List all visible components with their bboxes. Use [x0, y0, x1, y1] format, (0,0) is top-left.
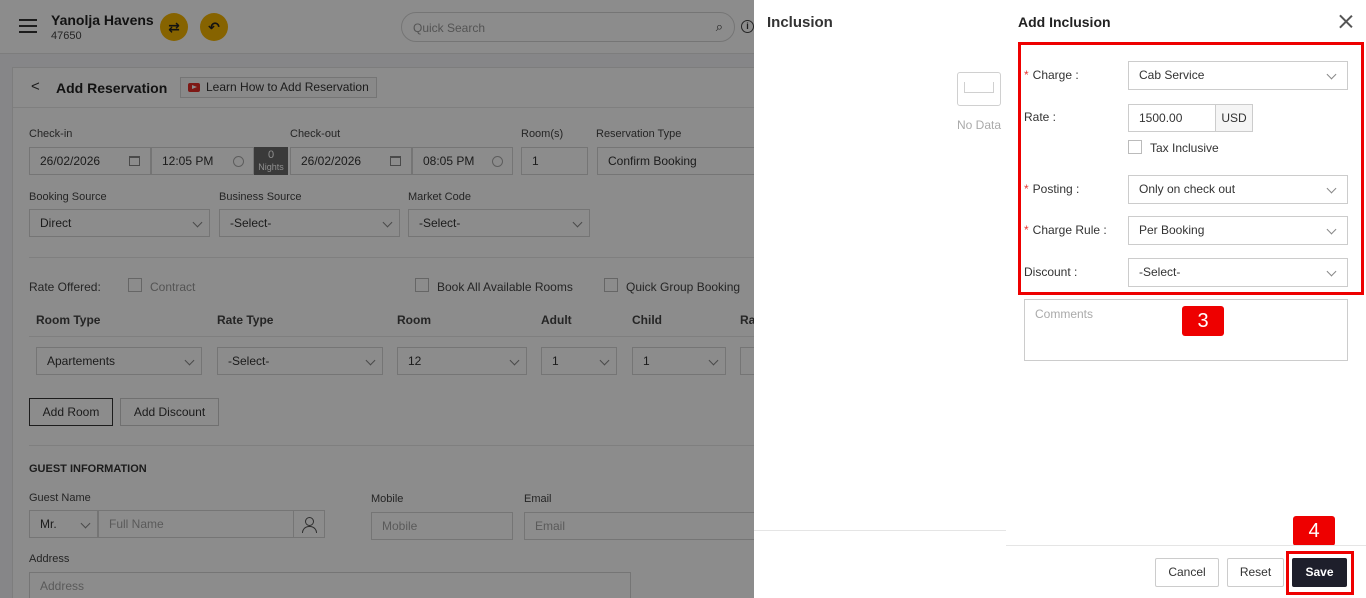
- charge-rule-value: Per Booking: [1139, 223, 1205, 237]
- save-button[interactable]: Save: [1292, 558, 1347, 587]
- close-icon[interactable]: [1339, 14, 1353, 28]
- tax-inclusive-checkbox[interactable]: [1128, 140, 1142, 154]
- charge-value: Cab Service: [1139, 68, 1205, 82]
- discount-value: -Select-: [1139, 265, 1181, 279]
- inclusion-title: Inclusion: [767, 14, 833, 31]
- charge-rule-select[interactable]: Per Booking: [1128, 216, 1348, 245]
- rate-input[interactable]: 1500.00: [1128, 104, 1216, 132]
- required-marker: *: [1024, 182, 1029, 196]
- step-3-badge: 3: [1182, 306, 1224, 336]
- tax-inclusive-label: Tax Inclusive: [1150, 141, 1219, 155]
- charge-rule-label: * Charge Rule :: [1024, 223, 1107, 237]
- step-4-badge: 4: [1293, 516, 1335, 546]
- discount-select[interactable]: -Select-: [1128, 258, 1348, 287]
- required-marker: *: [1024, 68, 1029, 82]
- inclusion-panel: Inclusion No Data: [754, 0, 1006, 598]
- empty-inbox-icon: [957, 72, 1001, 106]
- chevron-down-icon: [1326, 224, 1337, 235]
- drawer-title: Add Inclusion: [1018, 14, 1111, 30]
- posting-select[interactable]: Only on check out: [1128, 175, 1348, 204]
- divider: [1006, 545, 1366, 546]
- reset-button[interactable]: Reset: [1227, 558, 1284, 587]
- no-data-text: No Data: [957, 118, 1002, 132]
- posting-label: * Posting :: [1024, 182, 1079, 196]
- charge-select[interactable]: Cab Service: [1128, 61, 1348, 90]
- charge-label-text: Charge :: [1032, 68, 1079, 82]
- chevron-down-icon: [1326, 183, 1337, 194]
- charge-rule-label-text: Charge Rule :: [1032, 223, 1107, 237]
- currency-addon: USD: [1215, 104, 1253, 132]
- discount-label: Discount :: [1024, 265, 1078, 279]
- charge-label: * Charge :: [1024, 68, 1079, 82]
- posting-value: Only on check out: [1139, 182, 1236, 196]
- chevron-down-icon: [1326, 266, 1337, 277]
- add-inclusion-drawer: Add Inclusion * Charge : Cab Service Rate…: [1006, 0, 1366, 598]
- required-marker: *: [1024, 223, 1029, 237]
- chevron-down-icon: [1326, 69, 1337, 80]
- rate-label: Rate :: [1024, 110, 1057, 124]
- cancel-button[interactable]: Cancel: [1155, 558, 1219, 587]
- posting-label-text: Posting :: [1032, 182, 1080, 196]
- divider: [754, 530, 1006, 531]
